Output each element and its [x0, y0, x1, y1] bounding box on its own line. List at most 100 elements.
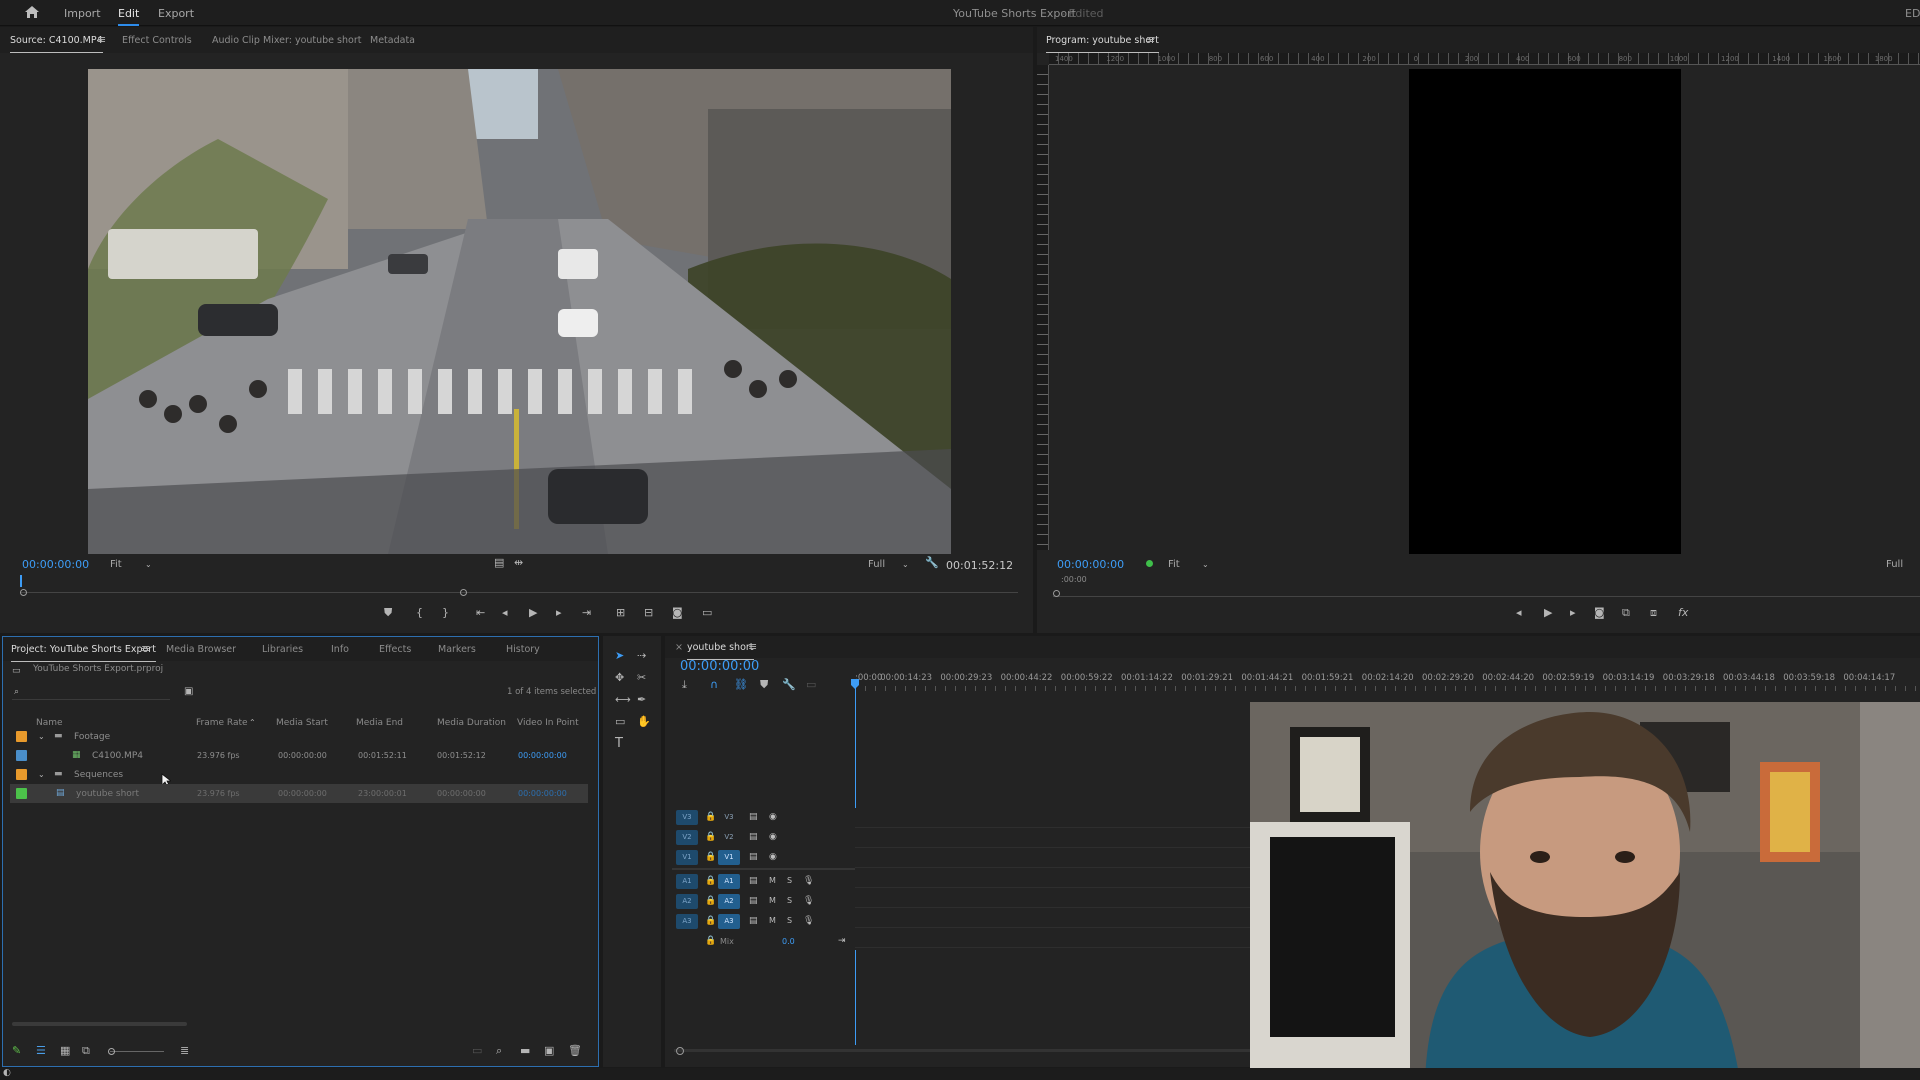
program-zoom-select[interactable]: Fit [1168, 559, 1180, 570]
microphone-icon[interactable]: 🎙 [803, 896, 814, 906]
status-icon[interactable]: ◐ [3, 1068, 11, 1079]
insert-nest-icon[interactable]: ⤓ [682, 679, 687, 690]
add-marker-icon[interactable]: ⛊ [384, 607, 392, 618]
solo-button[interactable]: S [787, 876, 792, 885]
snap-icon[interactable]: ∩ [710, 679, 718, 690]
source-patch-a2[interactable]: A2 [676, 894, 698, 909]
track-target-v2[interactable]: V2 [718, 830, 740, 845]
eye-icon[interactable]: ◉ [769, 832, 777, 842]
add-marker-icon[interactable]: ⛊ [760, 679, 768, 690]
panel-menu-icon[interactable]: ≡ [141, 643, 150, 654]
chevron-down-icon[interactable]: ⌄ [1202, 559, 1209, 570]
source-timecode[interactable]: 00:00:00:00 [22, 558, 89, 571]
menu-export[interactable]: Export [158, 7, 194, 20]
horizontal-scrollbar[interactable] [12, 1022, 187, 1026]
tab-history[interactable]: History [506, 644, 540, 655]
source-patch-v1[interactable]: V1 [676, 850, 698, 865]
lift-icon[interactable]: ⧉ [1622, 607, 1630, 618]
panel-menu-icon[interactable]: ≡ [748, 641, 757, 652]
wrench-icon[interactable]: 🔧 [925, 557, 939, 568]
timeline-timecode[interactable]: 00:00:00:00 [680, 659, 759, 674]
chevron-down-icon[interactable]: ⌄ [38, 731, 45, 742]
menu-import[interactable]: Import [64, 7, 101, 20]
lock-icon[interactable]: 🔒 [705, 832, 716, 842]
chevron-down-icon[interactable]: ⌄ [38, 769, 45, 780]
mix-value[interactable]: 0.0 [782, 937, 795, 946]
pen-tool-icon[interactable]: ✒ [637, 694, 646, 705]
lock-icon[interactable]: 🔒 [705, 936, 716, 946]
source-zoom-handle[interactable] [20, 589, 27, 596]
mark-out-icon[interactable]: } [442, 607, 449, 618]
track-target-a3[interactable]: A3 [718, 914, 740, 929]
program-resolution-select[interactable]: Full [1886, 559, 1903, 570]
tab-metadata[interactable]: Metadata [370, 35, 415, 46]
program-zoom-handle[interactable] [1053, 590, 1060, 597]
zoom-slider[interactable] [108, 1048, 164, 1055]
list-item[interactable]: ⌄ ▬ Sequences [10, 765, 588, 787]
zoom-slider-handle[interactable] [108, 1048, 115, 1055]
find-icon[interactable]: ⌕ [496, 1045, 502, 1056]
track-target-a1[interactable]: A1 [718, 874, 740, 889]
source-zoom-handle[interactable] [460, 589, 467, 596]
tab-audio-clip-mixer[interactable]: Audio Clip Mixer: youtube short [212, 35, 361, 46]
close-icon[interactable]: × [675, 642, 683, 653]
type-tool-icon[interactable]: T [615, 737, 623, 750]
automate-to-sequence-icon[interactable]: ▭ [472, 1045, 482, 1056]
solo-button[interactable]: S [787, 916, 792, 925]
source-patch-v3[interactable]: V3 [676, 810, 698, 825]
step-back-icon[interactable]: ◂ [502, 607, 508, 618]
tab-markers[interactable]: Markers [438, 644, 476, 655]
sync-lock-icon[interactable]: ▤ [749, 832, 758, 842]
tab-source[interactable]: Source: C4100.MP4 [10, 35, 103, 53]
ripple-edit-tool-icon[interactable]: ✥ [615, 672, 624, 683]
tab-media-browser[interactable]: Media Browser [166, 644, 236, 655]
eye-icon[interactable]: ◉ [769, 812, 777, 822]
hand-tool-icon[interactable]: ✋ [637, 716, 651, 727]
program-scrub-bar[interactable] [1053, 587, 1920, 597]
mute-button[interactable]: M [769, 876, 776, 885]
rectangle-tool-icon[interactable]: ▭ [615, 716, 625, 727]
chevron-down-icon[interactable]: ⌄ [145, 559, 152, 570]
razor-tool-icon[interactable]: ✂ [637, 672, 646, 683]
play-icon[interactable]: ▶ [1544, 607, 1552, 618]
sync-lock-icon[interactable]: ▤ [749, 896, 758, 906]
track-target-v1[interactable]: V1 [718, 850, 740, 865]
new-bin-icon[interactable]: ▣ [184, 686, 193, 697]
label-color-swatch[interactable] [16, 788, 27, 799]
label-color-swatch[interactable] [16, 769, 27, 780]
drag-handle-icon[interactable]: ⇹ [514, 557, 523, 568]
slip-tool-icon[interactable]: ⟷ [615, 694, 631, 705]
list-view-icon[interactable]: ☰ [36, 1045, 46, 1056]
step-forward-icon[interactable]: ▸ [556, 607, 562, 618]
overwrite-icon[interactable]: ⊟ [644, 607, 653, 618]
timeline-horizontal-scrollbar[interactable] [674, 1049, 1250, 1052]
sync-lock-icon[interactable]: ▤ [749, 876, 758, 886]
label-color-swatch[interactable] [16, 731, 27, 742]
step-back-icon[interactable]: ◂ [1516, 607, 1522, 618]
freeform-view-icon[interactable]: ⧉ [82, 1045, 90, 1056]
tab-sequence[interactable]: youtube short [687, 642, 754, 660]
tab-project[interactable]: Project: YouTube Shorts Export [11, 644, 156, 662]
go-to-in-icon[interactable]: ⇤ [476, 607, 485, 618]
panel-menu-icon[interactable]: ≡ [1146, 34, 1155, 45]
sync-lock-icon[interactable]: ▤ [749, 916, 758, 926]
extract-icon[interactable]: ⧈ [1650, 607, 1657, 618]
microphone-icon[interactable]: 🎙 [803, 876, 814, 886]
insert-icon[interactable]: ⊞ [616, 607, 625, 618]
mute-button[interactable]: M [769, 916, 776, 925]
source-zoom-select[interactable]: Fit [110, 559, 122, 570]
pencil-icon[interactable]: ✎ [12, 1045, 21, 1056]
eye-icon[interactable]: ◉ [769, 852, 777, 862]
source-scrub-bar[interactable] [20, 575, 1018, 596]
tab-libraries[interactable]: Libraries [262, 644, 303, 655]
fx-icon[interactable]: fx [1678, 607, 1688, 618]
microphone-icon[interactable]: 🎙 [803, 916, 814, 926]
track-lanes[interactable] [855, 808, 1250, 950]
sort-icons-icon[interactable]: ≣ [180, 1045, 189, 1056]
lock-icon[interactable]: 🔒 [705, 852, 716, 862]
export-frame-icon[interactable]: ◙ [1594, 607, 1605, 618]
selection-tool-icon[interactable]: ➤ [615, 650, 624, 661]
export-frame-icon[interactable]: ◙ [672, 607, 683, 618]
go-to-end-icon[interactable]: ⇥ [838, 936, 846, 946]
new-item-icon[interactable]: ▣ [544, 1045, 554, 1056]
